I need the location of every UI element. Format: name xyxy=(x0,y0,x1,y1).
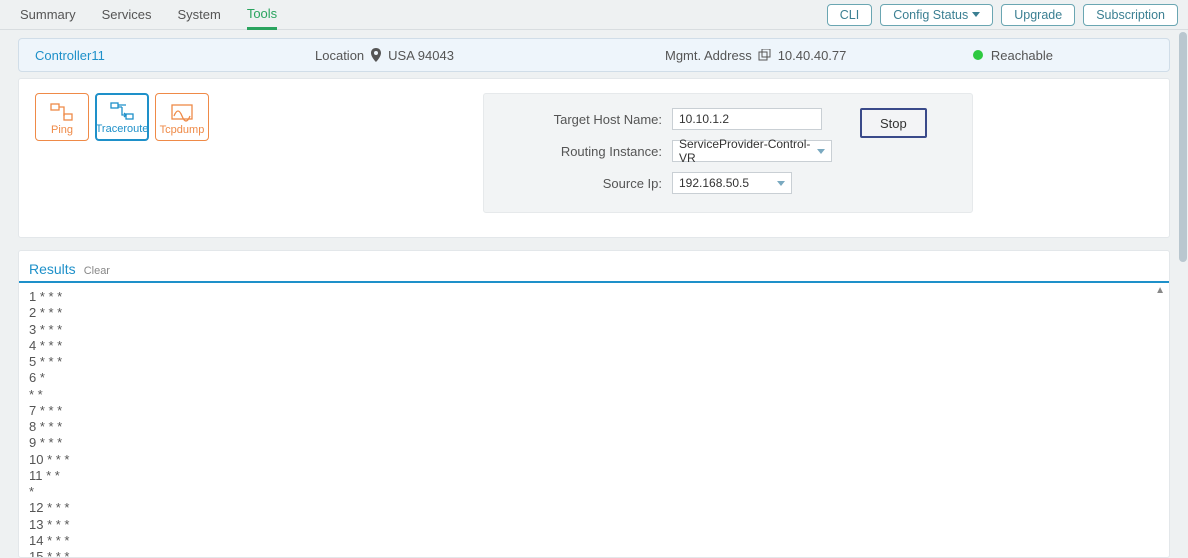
routing-instance-value: ServiceProvider-Control-VR xyxy=(679,137,817,165)
mgmt-label: Mgmt. Address xyxy=(665,48,752,63)
config-status-label: Config Status xyxy=(893,8,968,22)
device-mgmt: Mgmt. Address 10.40.40.77 xyxy=(665,48,955,63)
config-status-button[interactable]: Config Status xyxy=(880,4,993,26)
tool-tab-tcpdump[interactable]: Tcpdump xyxy=(155,93,209,141)
results-card: Results Clear ▲ 1 * * * 2 * * * 3 * * * … xyxy=(18,250,1170,558)
mgmt-value: 10.40.40.77 xyxy=(778,48,847,63)
chevron-down-icon xyxy=(972,12,980,17)
subscription-button[interactable]: Subscription xyxy=(1083,4,1178,26)
nav-summary[interactable]: Summary xyxy=(20,1,76,28)
results-output[interactable]: 1 * * * 2 * * * 3 * * * 4 * * * 5 * * * … xyxy=(19,283,1169,557)
results-title: Results xyxy=(29,261,76,277)
clear-results-link[interactable]: Clear xyxy=(84,265,110,277)
source-ip-select[interactable]: 192.168.50.5 xyxy=(672,172,792,194)
source-ip-label: Source Ip: xyxy=(502,176,662,191)
chevron-down-icon xyxy=(817,149,825,154)
stop-button[interactable]: Stop xyxy=(860,108,927,138)
target-host-label: Target Host Name: xyxy=(502,112,662,127)
tool-tab-ping-label: Ping xyxy=(51,124,73,136)
tcpdump-icon xyxy=(169,102,195,122)
cli-button[interactable]: CLI xyxy=(827,4,872,26)
source-ip-value: 192.168.50.5 xyxy=(679,176,749,190)
ping-icon xyxy=(49,102,75,122)
copy-icon[interactable] xyxy=(758,49,772,61)
chevron-down-icon xyxy=(777,181,785,186)
results-header: Results Clear xyxy=(19,251,1169,283)
location-pin-icon xyxy=(370,48,382,62)
status-dot-icon xyxy=(973,50,983,60)
tool-tab-ping[interactable]: Ping xyxy=(35,93,89,141)
location-label: Location xyxy=(315,48,364,63)
tool-tab-traceroute[interactable]: Traceroute xyxy=(95,93,149,141)
nav-tools[interactable]: Tools xyxy=(247,0,277,30)
device-name[interactable]: Controller11 xyxy=(35,48,315,63)
routing-instance-label: Routing Instance: xyxy=(502,144,662,159)
nav-services[interactable]: Services xyxy=(102,1,152,28)
tools-card: Ping Traceroute Tcpdump Target Host Name… xyxy=(18,78,1170,238)
device-location: Location USA 94043 xyxy=(315,48,665,63)
location-value: USA 94043 xyxy=(388,48,454,63)
nav-tabs: Summary Services System Tools xyxy=(10,0,277,30)
reach-label: Reachable xyxy=(991,48,1053,63)
upgrade-button[interactable]: Upgrade xyxy=(1001,4,1075,26)
device-info-bar: Controller11 Location USA 94043 Mgmt. Ad… xyxy=(18,38,1170,72)
top-bar: Summary Services System Tools CLI Config… xyxy=(0,0,1188,30)
traceroute-icon xyxy=(109,101,135,121)
tool-tab-traceroute-label: Traceroute xyxy=(96,123,149,135)
scrollbar-thumb[interactable] xyxy=(1179,32,1187,262)
traceroute-form: Target Host Name: Routing Instance: Serv… xyxy=(483,93,973,213)
routing-instance-select[interactable]: ServiceProvider-Control-VR xyxy=(672,140,832,162)
device-reachability: Reachable xyxy=(973,48,1053,63)
tool-tab-tcpdump-label: Tcpdump xyxy=(160,124,205,136)
target-host-input[interactable] xyxy=(672,108,822,130)
page-scrollbar[interactable] xyxy=(1178,32,1188,545)
tool-tabs: Ping Traceroute Tcpdump xyxy=(35,93,209,141)
nav-system[interactable]: System xyxy=(177,1,220,28)
scroll-up-icon[interactable]: ▲ xyxy=(1155,285,1165,296)
top-buttons: CLI Config Status Upgrade Subscription xyxy=(827,4,1178,26)
